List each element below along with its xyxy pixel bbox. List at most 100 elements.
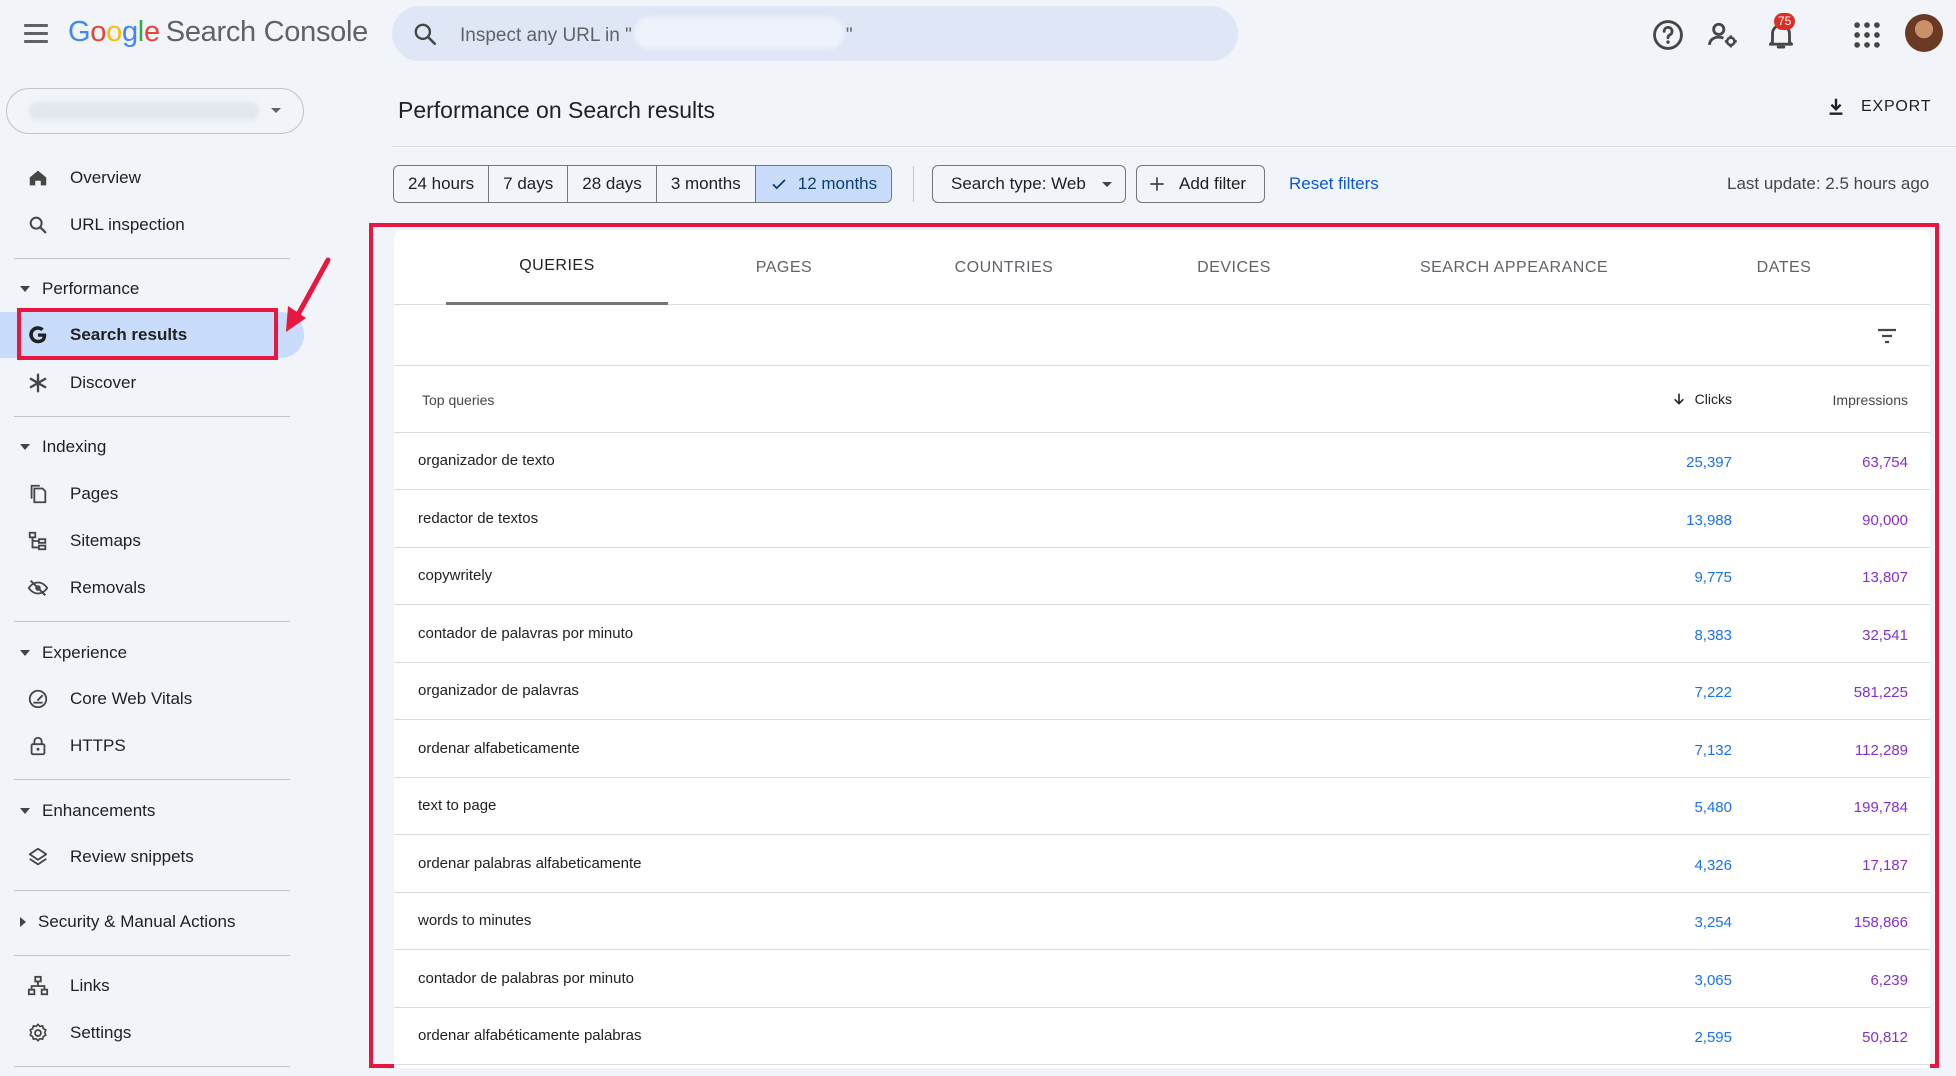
search-console-logo[interactable]: Google Search Console	[68, 16, 368, 49]
table-row[interactable]: organizador de texto 25,397 63,754	[394, 433, 1930, 490]
table-row[interactable]: redactor de textos 13,988 90,000	[394, 491, 1930, 548]
tab-search-appearance[interactable]: SEARCH APPEARANCE	[1394, 230, 1634, 305]
add-filter-button[interactable]: Add filter	[1136, 165, 1265, 203]
account-avatar[interactable]	[1905, 14, 1943, 52]
apps-grid-icon[interactable]	[1850, 18, 1884, 52]
query-cell: organizador de texto	[418, 452, 555, 469]
url-inspect-search-input[interactable]: Inspect any URL in " "	[392, 6, 1238, 61]
nav-item-label: Removals	[70, 578, 146, 597]
search-type-dropdown[interactable]: Search type: Web	[932, 165, 1126, 203]
caret-right-icon	[20, 917, 26, 927]
table-row[interactable]: organizador de palavras 7,222 581,225	[394, 663, 1930, 720]
column-header-label: Clicks	[1694, 391, 1732, 407]
tab-pages[interactable]: PAGES	[684, 230, 884, 305]
search-placeholder-suffix: "	[845, 25, 853, 47]
nav-item-pages[interactable]: Pages	[14, 471, 304, 517]
column-header-top-queries[interactable]: Top queries	[422, 392, 494, 408]
clicks-cell: 5,480	[1694, 799, 1732, 816]
caret-down-icon	[20, 286, 30, 292]
query-cell: ordenar alfabéticamente palabras	[418, 1027, 642, 1044]
nav-divider	[14, 890, 290, 891]
nav-item-label: Pages	[70, 484, 119, 503]
nav-section-performance[interactable]: Performance	[14, 274, 139, 304]
nav-item-https[interactable]: HTTPS	[14, 723, 304, 769]
date-range-7-days[interactable]: 7 days	[489, 166, 569, 202]
table-row[interactable]: copywritely 9,775 13,807	[394, 548, 1930, 605]
query-cell: contador de palavras por minuto	[418, 624, 634, 642]
clicks-cell: 4,326	[1694, 856, 1732, 874]
date-range-28-days[interactable]: 28 days	[568, 166, 657, 202]
nav-item-overview[interactable]: Overview	[14, 155, 304, 201]
nav-item-review-snippets[interactable]: Review snippets	[14, 834, 304, 880]
nav-section-experience[interactable]: Experience	[14, 638, 127, 668]
filter-rows-icon[interactable]	[1874, 324, 1900, 348]
tab-queries[interactable]: QUERIES	[446, 230, 668, 305]
table-row[interactable]: contador de palabras por minuto 3,065 6,23…	[394, 951, 1930, 1008]
nav-section-security-manual-actions[interactable]: Security & Manual Actions	[14, 907, 235, 937]
nav-divider	[14, 416, 290, 417]
help-icon[interactable]	[1651, 18, 1685, 52]
table-row[interactable]: words to minutes 3,254 158,866	[394, 893, 1930, 950]
reset-filters-link[interactable]: Reset filters	[1289, 174, 1379, 194]
dimension-tabs: QUERIES PAGES COUNTRIES DEVICES SEARCH A…	[394, 230, 1930, 305]
search-icon[interactable]	[412, 21, 438, 47]
menu-icon[interactable]	[22, 20, 50, 48]
nav-item-core-web-vitals[interactable]: Core Web Vitals	[14, 676, 304, 722]
table-header: Top queries Clicks Impressions	[394, 367, 1930, 433]
nav-item-label: Discover	[70, 373, 137, 392]
column-header-impressions[interactable]: Impressions	[1833, 392, 1908, 408]
clicks-cell: 3,254	[1694, 914, 1732, 931]
date-range-3-months[interactable]: 3 months	[656, 166, 756, 202]
clicks-cell: 3,065	[1694, 971, 1732, 989]
date-range-12-months[interactable]: 12 months	[755, 166, 892, 202]
export-button[interactable]: EXPORT	[1825, 96, 1931, 118]
impressions-cell: 112,289	[1854, 741, 1908, 759]
nav-section-label: Enhancements	[42, 801, 156, 820]
table-row[interactable]: ordenar alfabeticamente 7,132 112,289	[394, 721, 1930, 778]
clicks-cell: 8,383	[1694, 626, 1732, 644]
nav-item-links[interactable]: Links	[14, 963, 304, 1009]
logo-letter: G	[68, 16, 91, 48]
nav-item-url-inspection[interactable]: URL inspection	[14, 202, 304, 248]
tab-devices[interactable]: DEVICES	[1134, 230, 1334, 305]
table-row[interactable]: text to page 5,480 199,784	[394, 778, 1930, 835]
query-cell: redactor de textos	[418, 509, 539, 527]
lock-icon	[26, 734, 50, 758]
annotation-highlight-box	[17, 308, 278, 360]
pages-icon	[26, 482, 50, 506]
nav-item-settings[interactable]: Settings	[14, 1010, 304, 1056]
logo-letter: e	[143, 16, 160, 48]
header-divider	[392, 146, 1956, 147]
query-cell: organizador de palavras	[418, 682, 579, 699]
nav-divider	[14, 621, 290, 622]
impressions-cell: 17,187	[1862, 856, 1908, 874]
nav-section-label: Performance	[42, 279, 140, 298]
eye-off-icon	[26, 576, 50, 600]
table-row[interactable]: ordenar alfabéticamente palabras 2,595 50,…	[394, 1008, 1930, 1065]
column-header-clicks[interactable]: Clicks	[1671, 391, 1732, 407]
search-placeholder: Inspect any URL in " "	[460, 17, 853, 49]
nav-divider	[14, 1066, 290, 1067]
nav-section-enhancements[interactable]: Enhancements	[14, 796, 155, 826]
caret-down-icon	[20, 444, 30, 450]
annotation-arrow-icon	[286, 257, 331, 332]
nav-item-removals[interactable]: Removals	[14, 565, 304, 611]
clicks-cell: 7,132	[1694, 741, 1732, 759]
table-row[interactable]: ordenar palabras alfabeticamente 4,326 17,…	[394, 836, 1930, 893]
impressions-cell: 199,784	[1853, 799, 1908, 816]
clicks-cell: 13,988	[1686, 511, 1732, 529]
nav-item-label: Overview	[70, 168, 141, 187]
nav-item-label: HTTPS	[70, 736, 126, 755]
nav-section-indexing[interactable]: Indexing	[14, 432, 106, 462]
date-range-24-hours[interactable]: 24 hours	[394, 166, 490, 202]
dimension-table-card: QUERIES PAGES COUNTRIES DEVICES SEARCH A…	[394, 230, 1930, 1068]
nav-item-sitemaps[interactable]: Sitemaps	[14, 518, 304, 564]
nav-item-discover[interactable]: Discover	[14, 360, 304, 406]
export-label: EXPORT	[1861, 98, 1932, 115]
table-row[interactable]: contador de palavras por minuto 8,383 32,5…	[394, 606, 1930, 663]
tab-dates[interactable]: DATES	[1694, 230, 1874, 305]
manage-users-icon[interactable]	[1706, 18, 1740, 52]
tab-countries[interactable]: COUNTRIES	[894, 230, 1114, 305]
caret-down-icon	[1101, 181, 1112, 187]
property-selector-dropdown[interactable]	[6, 88, 304, 134]
